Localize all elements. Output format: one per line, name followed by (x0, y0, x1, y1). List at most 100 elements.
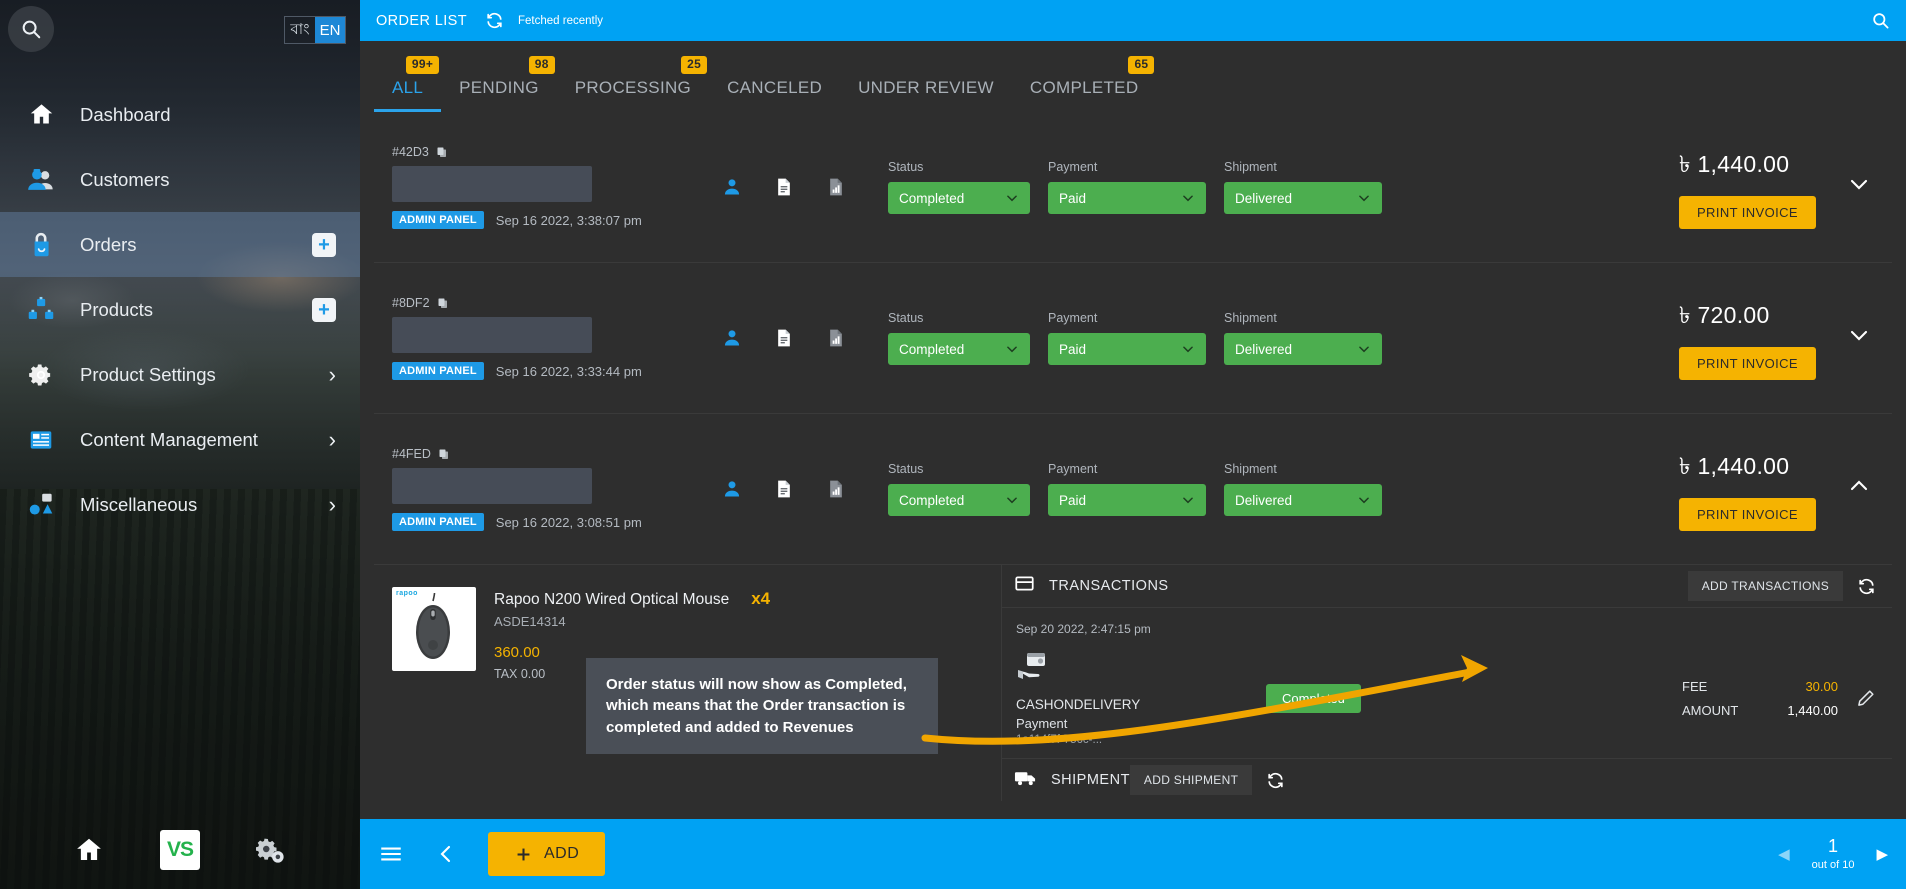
payment-value: Paid (1059, 190, 1087, 206)
invoice-document-icon[interactable] (774, 177, 794, 197)
sidebar-item-content-management[interactable]: Content Management › (0, 407, 360, 472)
footer-home-button[interactable] (74, 835, 104, 865)
topbar-search-button[interactable] (1871, 11, 1890, 30)
sidebar-item-customers[interactable]: Customers (0, 147, 360, 212)
payment-value: Paid (1059, 492, 1087, 508)
table-row[interactable]: #8DF2 ADMIN PANEL Sep 16 2022, 3:33:44 p… (374, 263, 1892, 414)
edit-transaction-button[interactable] (1856, 688, 1876, 708)
shipment-label: Shipment (1224, 311, 1277, 325)
payment-select[interactable]: Paid (1048, 333, 1206, 365)
tab-completed[interactable]: COMPLETED 65 (1012, 56, 1157, 112)
refresh-icon (1859, 578, 1874, 594)
print-invoice-button[interactable]: PRINT INVOICE (1678, 497, 1816, 531)
status-group: Status Completed (888, 462, 1030, 516)
sidebar-item-products[interactable]: Products + (0, 277, 360, 342)
order-right: ৳ 1,440.00 PRINT INVOICE (1678, 448, 1892, 531)
product-quantity: x4 (751, 589, 771, 608)
topbar-refresh-button[interactable] (485, 11, 504, 30)
tab-all[interactable]: ALL 99+ (374, 56, 442, 112)
shipment-select[interactable]: Delivered (1224, 333, 1382, 365)
sidebar-item-miscellaneous[interactable]: Miscellaneous › (0, 472, 360, 537)
customers-icon (24, 163, 58, 197)
chevron-right-icon: › (328, 361, 336, 387)
chevron-down-icon (1007, 497, 1017, 504)
order-report-icon[interactable] (826, 479, 846, 499)
previous-page-button[interactable]: ◀ (1778, 845, 1790, 863)
chevron-down-icon (1183, 346, 1193, 353)
copy-icon[interactable] (438, 448, 450, 460)
order-total: ৳ 720.00 PRINT INVOICE (1678, 297, 1816, 380)
main-area: ORDER LIST Fetched recently ALL 99+ PEND… (360, 0, 1906, 889)
order-amount: ৳ 1,440.00 (1679, 146, 1789, 185)
customer-profile-icon[interactable] (722, 177, 742, 197)
sidebar-item-label: Customers (80, 168, 170, 190)
order-meta: ADMIN PANEL Sep 16 2022, 3:38:07 pm (392, 211, 704, 229)
shipment-refresh-button[interactable] (1266, 771, 1285, 790)
chevron-down-icon (1183, 195, 1193, 202)
sidebar-header: বাং EN (0, 0, 360, 60)
pagination: ◀ 1 out of 10 ▶ (1778, 837, 1888, 871)
invoice-document-icon[interactable] (774, 479, 794, 499)
collapse-row-chevron-up-icon[interactable] (1846, 474, 1872, 504)
add-order-button[interactable]: + (312, 232, 336, 257)
shipment-group: Shipment Delivered (1224, 311, 1382, 365)
shipment-select[interactable]: Delivered (1224, 484, 1382, 516)
tab-under-review[interactable]: UNDER REVIEW (840, 78, 1012, 112)
add-button[interactable]: ADD (488, 832, 606, 876)
copy-icon[interactable] (436, 146, 448, 158)
mouse-image (416, 592, 450, 659)
transactions-refresh-button[interactable] (1857, 577, 1876, 596)
status-select[interactable]: Completed (888, 484, 1030, 516)
print-invoice-button[interactable]: PRINT INVOICE (1678, 195, 1816, 229)
amount-label: AMOUNT (1682, 702, 1739, 718)
language-switcher[interactable]: বাং EN (284, 16, 346, 44)
sidebar-item-orders[interactable]: Orders + (0, 212, 360, 277)
shipment-label: Shipment (1224, 160, 1277, 174)
customer-profile-icon[interactable] (722, 479, 742, 499)
print-invoice-button[interactable]: PRINT INVOICE (1678, 346, 1816, 380)
invoice-document-icon[interactable] (774, 328, 794, 348)
sidebar-item-product-settings[interactable]: Product Settings › (0, 342, 360, 407)
order-report-icon[interactable] (826, 177, 846, 197)
footer-settings-button[interactable] (256, 835, 286, 865)
customer-profile-icon[interactable] (722, 328, 742, 348)
expand-row-chevron-down-icon[interactable] (1846, 172, 1872, 202)
back-button[interactable] (434, 842, 458, 866)
shipment-select[interactable]: Delivered (1224, 182, 1382, 214)
add-transactions-button[interactable]: ADD TRANSACTIONS (1687, 571, 1843, 601)
expand-row-chevron-down-icon[interactable] (1846, 323, 1872, 353)
add-product-button[interactable]: + (312, 297, 336, 322)
copy-icon[interactable] (437, 297, 449, 309)
add-shipment-button[interactable]: ADD SHIPMENT (1129, 765, 1253, 795)
order-report-icon[interactable] (826, 328, 846, 348)
tab-processing[interactable]: PROCESSING 25 (557, 56, 709, 112)
refresh-icon (487, 12, 502, 29)
language-option-bangla[interactable]: বাং (285, 17, 315, 43)
payment-select[interactable]: Paid (1048, 484, 1206, 516)
status-select[interactable]: Completed (888, 333, 1030, 365)
transaction-status-badge[interactable]: Completed (1266, 683, 1361, 713)
tab-label: PENDING (459, 78, 539, 97)
total-pages: out of 10 (1811, 859, 1855, 871)
payment-select[interactable]: Paid (1048, 182, 1206, 214)
order-date: Sep 16 2022, 3:38:07 pm (495, 212, 642, 228)
order-meta: ADMIN PANEL Sep 16 2022, 3:33:44 pm (392, 362, 704, 380)
sidebar-item-dashboard[interactable]: Dashboard (0, 82, 360, 147)
status-select[interactable]: Completed (888, 182, 1030, 214)
tab-canceled[interactable]: CANCELED (709, 78, 840, 112)
tab-label: ALL (392, 78, 424, 97)
tab-badge: 98 (528, 56, 555, 74)
shipment-title: SHIPMENT (1051, 772, 1130, 788)
row-action-icons (722, 177, 846, 197)
chevron-down-icon (1359, 346, 1369, 353)
tab-label: COMPLETED (1029, 78, 1139, 97)
menu-toggle-button[interactable] (378, 841, 404, 867)
table-row[interactable]: #4FED ADMIN PANEL Sep 16 2022, 3:08:51 p… (374, 414, 1892, 565)
tab-pending[interactable]: PENDING 98 (441, 56, 557, 112)
sidebar-search-button[interactable] (8, 6, 54, 52)
next-page-button[interactable]: ▶ (1876, 845, 1888, 863)
table-row[interactable]: #42D3 ADMIN PANEL Sep 16 2022, 3:38:07 p… (374, 112, 1892, 263)
card-icon (1014, 573, 1035, 599)
language-option-english[interactable]: EN (315, 17, 345, 43)
app-logo: VS (160, 830, 200, 870)
